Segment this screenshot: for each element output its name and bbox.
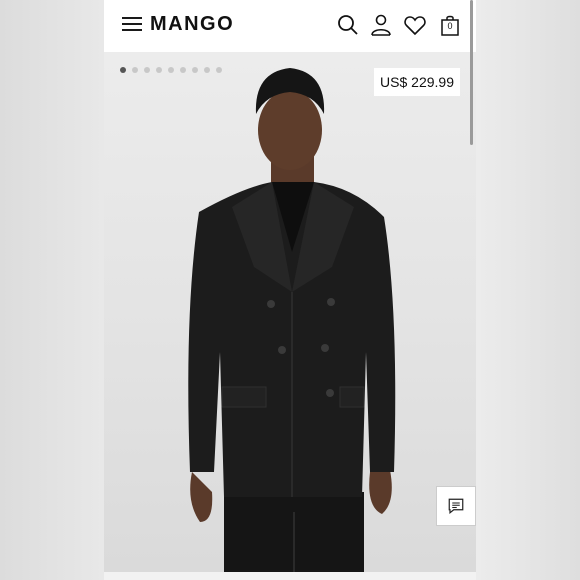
product-image[interactable]: US$ 229.99 [104,52,476,572]
top-header: MANGO 0 [104,0,476,52]
phone-screen: MANGO 0 US$ 229.99 [104,0,476,580]
model-jacket-illustration [188,68,396,572]
gallery-dot[interactable] [120,67,126,73]
gallery-dot[interactable] [132,67,138,73]
gallery-dot[interactable] [216,67,222,73]
gallery-dots [120,67,222,73]
gallery-dot[interactable] [144,67,150,73]
chat-icon [448,498,464,514]
price-tag: US$ 229.99 [374,68,460,96]
bag-count: 0 [447,21,453,31]
heart-icon[interactable] [403,13,427,37]
brand-logo[interactable]: MANGO [150,13,234,36]
gallery-dot[interactable] [192,67,198,73]
scrollbar[interactable] [470,0,473,145]
bag-button[interactable]: 0 [438,13,462,37]
chat-button[interactable] [436,486,476,526]
gallery-dot[interactable] [204,67,210,73]
background-right [476,0,580,580]
search-icon[interactable] [336,13,360,37]
background-left [0,0,104,580]
bottom-strip [104,572,476,580]
gallery-dot[interactable] [156,67,162,73]
menu-icon[interactable] [122,17,142,33]
gallery-dot[interactable] [180,67,186,73]
gallery-dot[interactable] [168,67,174,73]
account-icon[interactable] [369,13,393,37]
